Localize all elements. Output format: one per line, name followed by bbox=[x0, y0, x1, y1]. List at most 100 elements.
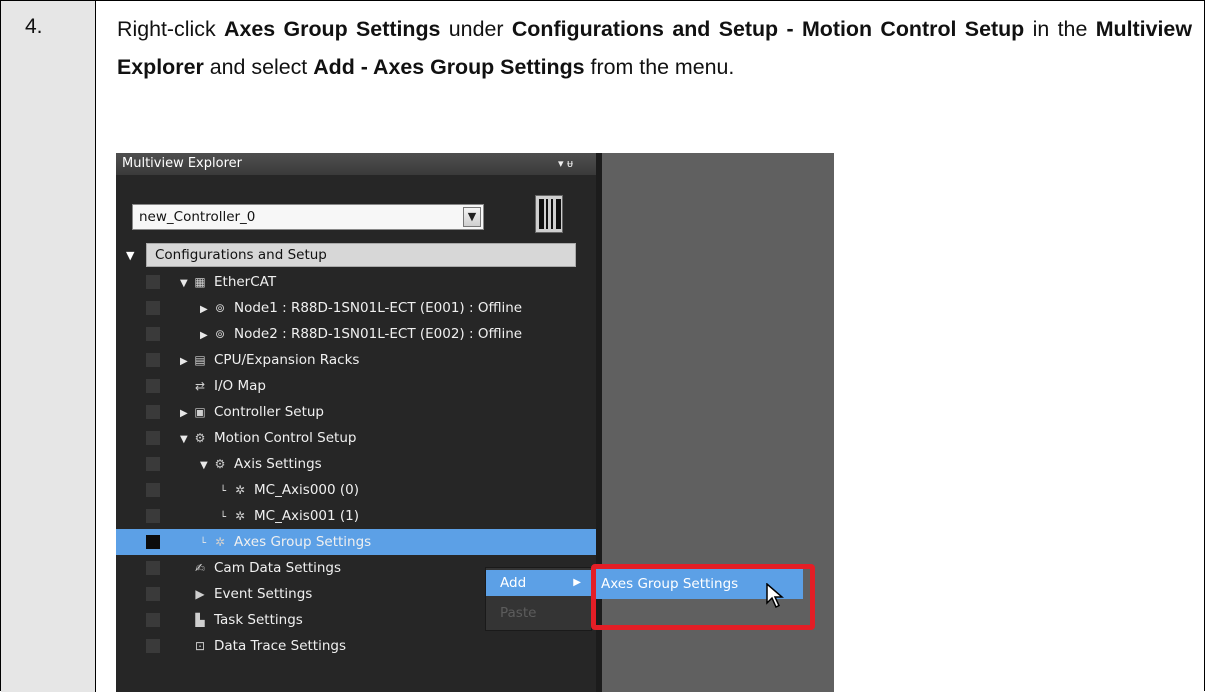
tree-item-indicator bbox=[146, 405, 160, 419]
tree-item[interactable]: └ ✲ MC_Axis000 (0) bbox=[116, 477, 596, 503]
tree-item-body: ▶ ▤ CPU/Expansion Racks bbox=[180, 347, 359, 375]
io-map-icon: ⇄ bbox=[194, 379, 206, 393]
tree-item[interactable]: └ ✲ MC_Axis001 (1) bbox=[116, 503, 596, 529]
tree-root-configurations[interactable]: ▼ Configurations and Setup bbox=[116, 243, 596, 267]
node-icon: ⊚ bbox=[214, 301, 226, 315]
context-menu-paste[interactable]: Paste bbox=[486, 600, 591, 626]
motion-gear-icon: ⚙ bbox=[194, 431, 206, 445]
mouse-cursor-icon bbox=[766, 583, 785, 609]
instruction-segment: in the bbox=[1024, 17, 1096, 41]
tree-item[interactable]: ▼ ▦ EtherCAT bbox=[116, 269, 596, 295]
tree-item-indicator bbox=[146, 561, 160, 575]
tree-item-label: Cam Data Settings bbox=[214, 560, 342, 576]
panel-title: Multiview Explorer bbox=[122, 156, 242, 171]
tree-item-indicator bbox=[146, 353, 160, 367]
tree-item-label: EtherCAT bbox=[214, 274, 277, 290]
tree-item-label: Data Trace Settings bbox=[214, 638, 347, 654]
controller-device-icon bbox=[535, 195, 563, 233]
cam-data-icon: ✍ bbox=[194, 561, 206, 575]
tree-item-indicator bbox=[146, 379, 160, 393]
expand-arrow-icon[interactable]: ▶ bbox=[180, 401, 192, 427]
tree-item-body: ✍ Cam Data Settings bbox=[180, 555, 341, 581]
data-trace-icon: ⊡ bbox=[194, 639, 206, 653]
collapse-arrow-icon[interactable]: ▼ bbox=[180, 271, 192, 297]
collapse-arrow-icon[interactable]: ▼ bbox=[180, 427, 192, 453]
branch-line-icon: └ bbox=[200, 538, 207, 549]
tree-item[interactable]: ▶ ⊚ Node2 : R88D-1SN01L-ECT (E002) : Offli… bbox=[116, 321, 596, 347]
branch-line-icon: └ bbox=[220, 486, 227, 497]
tree-item-label: Node2 : R88D-1SN01L-ECT (E002) : Offline bbox=[234, 326, 523, 342]
rack-icon: ▤ bbox=[194, 353, 206, 367]
expand-arrow-icon[interactable]: ▶ bbox=[200, 297, 212, 323]
tree-item-label: CPU/Expansion Racks bbox=[214, 352, 360, 368]
pin-icon[interactable]: ▾ ᵾ bbox=[558, 153, 573, 175]
instruction-bold-term: Add - Axes Group Settings bbox=[313, 55, 585, 79]
expand-arrow-icon[interactable]: ▶ bbox=[200, 323, 212, 349]
instruction-segment: from the menu. bbox=[584, 55, 735, 79]
context-menu-add-label: Add bbox=[500, 575, 527, 591]
tree-item-indicator bbox=[146, 301, 160, 315]
tree-item-label: MC_Axis001 (1) bbox=[254, 508, 360, 524]
tree-item-indicator bbox=[146, 431, 160, 445]
tree-item[interactable]: ▼ ⚙ Axis Settings bbox=[116, 451, 596, 477]
tree-item-body: ▶ ▣ Controller Setup bbox=[180, 399, 324, 427]
panel-header: Multiview Explorer ▾ ᵾ bbox=[116, 153, 596, 175]
tree-item-body: ▼ ⚙ Motion Control Setup bbox=[180, 425, 356, 453]
tree-item-body: ▶ Event Settings bbox=[180, 581, 312, 607]
tree-item-label: Event Settings bbox=[214, 586, 313, 602]
instruction-text: Right-click Axes Group Settings under Co… bbox=[117, 10, 1192, 86]
tree-item-indicator bbox=[146, 509, 160, 523]
collapse-arrow-icon[interactable]: ▼ bbox=[200, 453, 212, 479]
tree-item-indicator bbox=[146, 483, 160, 497]
tree-item-body: └ ✲ MC_Axis000 (0) bbox=[220, 477, 359, 505]
tree-item[interactable]: ▼ ⚙ Motion Control Setup bbox=[116, 425, 596, 451]
tree-item[interactable]: ▶ ⊚ Node1 : R88D-1SN01L-ECT (E001) : Offli… bbox=[116, 295, 596, 321]
context-menu: Add ▶ Paste bbox=[485, 567, 592, 631]
tree-root-label: Configurations and Setup bbox=[146, 243, 576, 267]
instruction-bold-term: Configurations and Setup - Motion Contro… bbox=[511, 17, 1025, 41]
expand-arrow-icon[interactable]: ▶ bbox=[180, 349, 192, 375]
tree-item-body: ▼ ▦ EtherCAT bbox=[180, 269, 276, 297]
tree-item-body: └ ✲ Axes Group Settings bbox=[200, 529, 371, 557]
tree-item[interactable]: └ ✲ Axes Group Settings bbox=[116, 529, 596, 555]
tree-item[interactable]: ⊡ Data Trace Settings bbox=[116, 633, 596, 659]
tree-item-body: ▶ ⊚ Node2 : R88D-1SN01L-ECT (E002) : Offli… bbox=[200, 321, 522, 349]
axis-gear-icon: ⚙ bbox=[214, 457, 226, 471]
task-icon: ▙ bbox=[195, 613, 205, 627]
tree-item-indicator bbox=[146, 275, 160, 289]
tree-item-label: I/O Map bbox=[214, 378, 266, 394]
instruction-segment: under bbox=[440, 17, 512, 41]
software-screenshot: Multiview Explorer ▾ ᵾ new_Controller_0 … bbox=[116, 153, 834, 692]
submenu-arrow-icon: ▶ bbox=[573, 577, 581, 588]
context-menu-add[interactable]: Add ▶ bbox=[486, 570, 591, 596]
tree-item-label: Node1 : R88D-1SN01L-ECT (E001) : Offline bbox=[234, 300, 523, 316]
tree-item[interactable]: ⇄ I/O Map bbox=[116, 373, 596, 399]
controller-select[interactable]: new_Controller_0 ▼ bbox=[132, 204, 484, 230]
tree-item-label: Controller Setup bbox=[214, 404, 324, 420]
tree-item[interactable]: ▶ ▤ CPU/Expansion Racks bbox=[116, 347, 596, 373]
tree-item-indicator bbox=[146, 535, 160, 549]
instruction-segment: and select bbox=[203, 55, 314, 79]
node-icon: ⊚ bbox=[214, 327, 226, 341]
step-number-cell: 4. bbox=[1, 1, 96, 692]
tree-item-label: MC_Axis000 (0) bbox=[254, 482, 360, 498]
controller-setup-icon: ▣ bbox=[194, 405, 206, 419]
tree-item-body: ▙ Task Settings bbox=[180, 607, 302, 633]
step-table: 4. Right-click Axes Group Settings under… bbox=[0, 0, 1205, 692]
tree-item-body: └ ✲ MC_Axis001 (1) bbox=[220, 503, 359, 531]
branch-line-icon: └ bbox=[220, 512, 227, 523]
axis-icon: ✲ bbox=[234, 483, 246, 497]
controller-select-value: new_Controller_0 bbox=[139, 209, 256, 225]
axes-group-icon: ✲ bbox=[214, 535, 226, 549]
tree-item-body: ▼ ⚙ Axis Settings bbox=[200, 451, 322, 479]
axis-icon: ✲ bbox=[234, 509, 246, 523]
tree-item-indicator bbox=[146, 639, 160, 653]
tree-item-indicator bbox=[146, 457, 160, 471]
instruction-segment: Right-click bbox=[117, 17, 225, 41]
collapse-arrow-icon[interactable]: ▼ bbox=[126, 243, 134, 269]
event-icon: ▶ bbox=[195, 587, 205, 601]
dropdown-arrow-icon[interactable]: ▼ bbox=[463, 207, 481, 227]
tree-item[interactable]: ▶ ▣ Controller Setup bbox=[116, 399, 596, 425]
tree-item-indicator bbox=[146, 327, 160, 341]
tree-item-label: Axes Group Settings bbox=[234, 534, 372, 550]
